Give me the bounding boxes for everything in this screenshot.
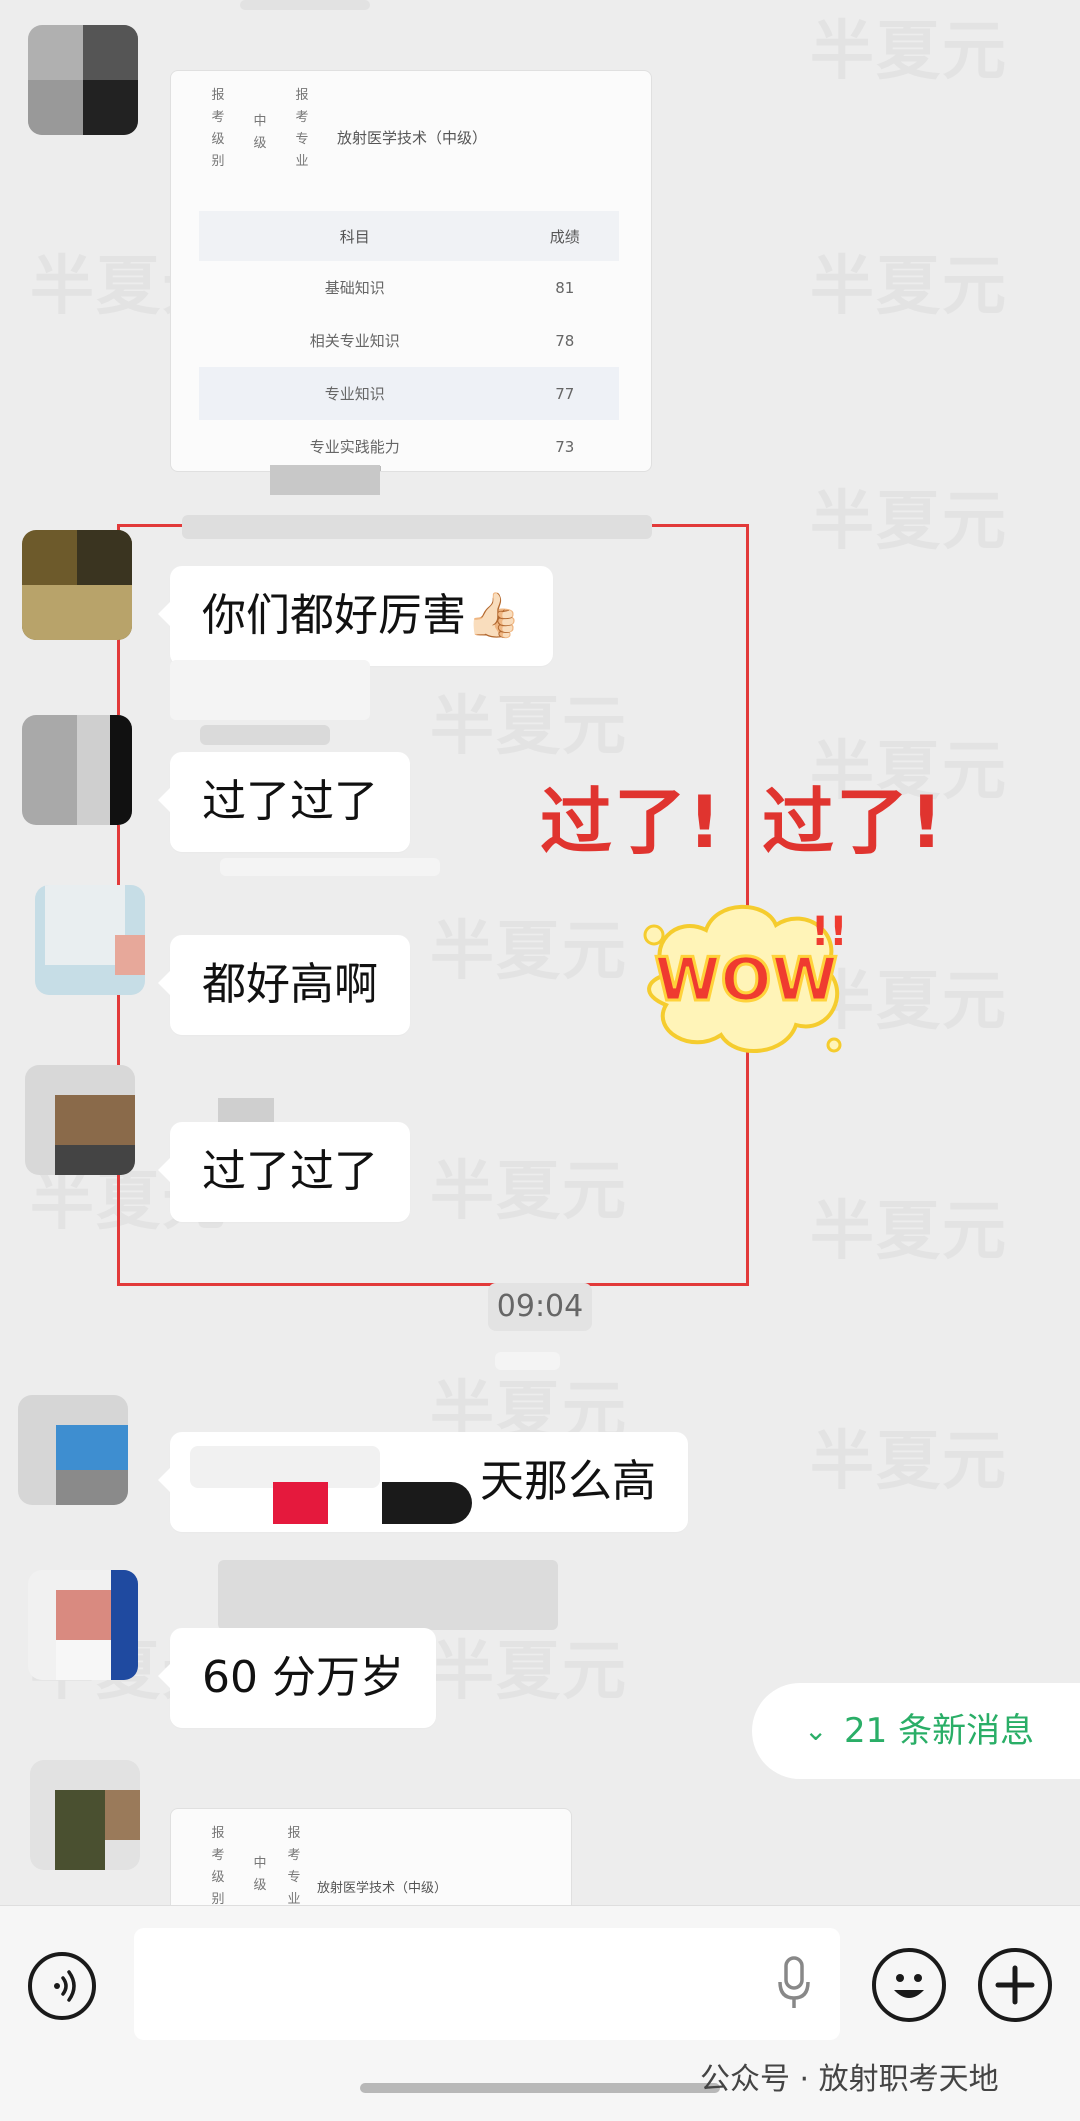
exam-level-value: 中级: [253, 114, 267, 151]
exam-level-label: 报考级别: [211, 1826, 225, 1907]
watermark: 半夏元: [430, 1635, 628, 1709]
message-bubble[interactable]: 过了过了: [158, 1122, 410, 1222]
table-row: 基础知识 81: [324, 278, 575, 298]
new-messages-label: 21 条新消息: [844, 1711, 1035, 1751]
table-header: 科目: [199, 211, 511, 261]
watermark: 半夏元: [810, 1195, 1008, 1269]
nickname-redacted: [240, 0, 370, 10]
avatar[interactable]: [28, 1570, 138, 1680]
exam-specialty-label: 报考专业: [287, 1826, 301, 1907]
avatar[interactable]: [30, 1760, 140, 1870]
table-row: 专业知识 77: [199, 367, 619, 420]
message-text: 都好高啊: [202, 959, 378, 1010]
avatar[interactable]: [22, 715, 132, 825]
avatar[interactable]: [28, 25, 138, 135]
message-text: 60 分万岁: [202, 1652, 404, 1703]
double-chevron-down-icon: ⌄: [804, 1714, 828, 1747]
exam-specialty-label: 报考专业: [295, 88, 309, 169]
wow-text: WOW: [654, 945, 837, 1015]
nickname-redacted: [182, 515, 652, 539]
table-header: 成绩: [510, 211, 619, 261]
message-bubble[interactable]: 60 分万岁: [158, 1628, 436, 1728]
emoji-icon: [894, 1974, 924, 1998]
message-text: 过了过了: [202, 1146, 378, 1197]
plus-button[interactable]: [978, 1948, 1052, 2022]
avatar[interactable]: [18, 1395, 128, 1505]
score-report-card[interactable]: 报考级别 中级 报考专业 放射医学技术（中级）: [170, 1808, 572, 1920]
watermark: 半夏元: [810, 250, 1008, 324]
voice-icon: [54, 1970, 76, 2002]
exam-specialty-value: 放射医学技术（中级）: [337, 129, 488, 147]
message-bubble[interactable]: 天那么高: [158, 1432, 688, 1532]
voice-button[interactable]: [28, 1952, 96, 2020]
message-text: 天那么高: [480, 1456, 656, 1507]
wow-marks: !!: [811, 909, 847, 955]
annotation-text: 过了!: [762, 780, 945, 864]
score-report-card[interactable]: 报考级别 中级 报考专业 放射医学技术（中级） 科目 成绩 基础知识 81 相关专…: [170, 70, 652, 472]
table-row: 专业实践能力 73: [309, 437, 575, 457]
new-messages-button[interactable]: ⌄ 21 条新消息: [752, 1683, 1080, 1779]
timestamp: 09:04: [488, 1283, 592, 1331]
message-bubble[interactable]: 你们都好厉害👍🏻: [158, 566, 553, 666]
home-indicator: [360, 2083, 720, 2093]
message-bubble[interactable]: 都好高啊: [158, 935, 410, 1035]
message-text: 你们都好厉害👍🏻: [202, 590, 521, 641]
avatar[interactable]: [35, 885, 145, 995]
message-input[interactable]: [134, 1928, 840, 2040]
account-watermark: 公众号 · 放射职考天地: [700, 2062, 999, 2097]
redacted-block: [270, 465, 380, 495]
exam-specialty-value: 放射医学技术（中级）: [317, 1881, 448, 1896]
watermark: 半夏元: [810, 15, 1008, 89]
nickname-redacted: [200, 725, 330, 745]
nickname-redacted: [218, 1560, 558, 1630]
watermark: 半夏元: [810, 1425, 1008, 1499]
table-row: 相关专业知识 78: [309, 331, 575, 351]
redacted-block: [220, 858, 440, 876]
redacted-block: [382, 1482, 472, 1524]
message-text: 过了过了: [202, 776, 378, 827]
annotation-text: 过了!: [540, 780, 723, 864]
avatar[interactable]: [25, 1065, 135, 1175]
wow-sticker: WOW !!: [636, 895, 856, 1065]
score-table: 科目 成绩 基础知识 81 相关专业知识 78 专业知识 77 专业实践能力 73: [199, 211, 619, 471]
redacted-block: [495, 1352, 560, 1370]
plus-icon: [995, 1965, 1035, 2005]
watermark: 半夏元: [810, 485, 1008, 559]
exam-level-value: 中级: [253, 1856, 267, 1893]
avatar[interactable]: [22, 530, 132, 640]
redacted-block: [273, 1482, 328, 1524]
exam-level-label: 报考级别: [211, 88, 225, 169]
microphone-icon[interactable]: [774, 1954, 814, 2014]
redacted-block: [170, 660, 370, 720]
emoji-button[interactable]: [872, 1948, 946, 2022]
message-bubble[interactable]: 过了过了: [158, 752, 410, 852]
